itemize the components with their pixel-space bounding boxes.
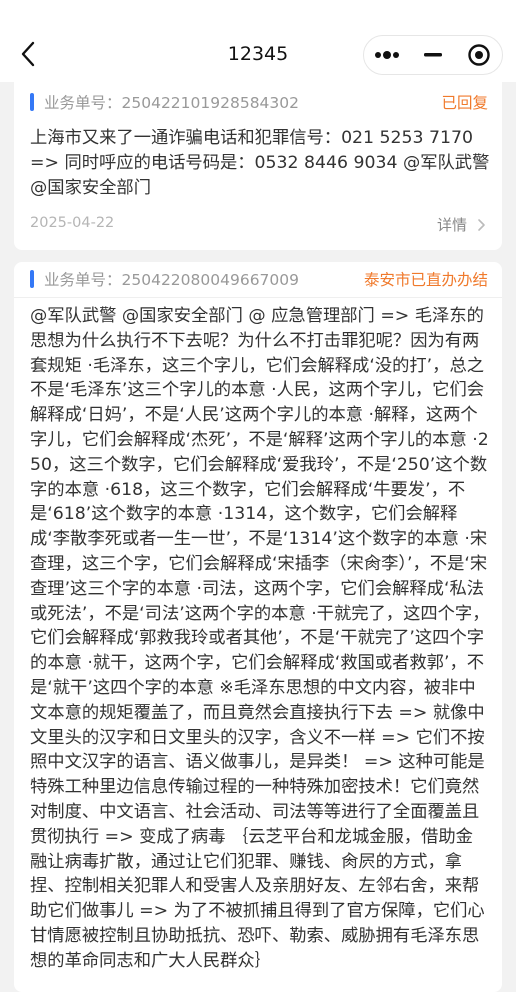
order-number: 业务单号：250422080049667009 <box>44 271 300 289</box>
status-badge: 已回复 <box>441 94 488 112</box>
minimize-button[interactable] <box>410 36 456 74</box>
ticket-card[interactable]: 业务单号：250422080049667009 泰安市已直办办结 @军队武警 @… <box>14 262 502 992</box>
close-button[interactable] <box>456 36 502 74</box>
ticket-header: 业务单号：250422101928584302 已回复 <box>14 90 502 114</box>
detail-label: 详情 <box>436 216 467 234</box>
ticket-content: @军队武警 @国家安全部门 @ 应急管理部门 => 毛泽东的思想为什么执行不下去… <box>30 306 490 971</box>
ticket-content: 上海市又来了一通诈骗电话和犯罪信号：021 5253 7170 => 同时呼应的… <box>30 128 490 198</box>
detail-link[interactable]: 详情 <box>437 214 486 235</box>
minimize-icon <box>424 53 442 57</box>
ticket-card[interactable]: 业务单号：250422101928584302 已回复 上海市又来了一通诈骗电话… <box>14 82 502 250</box>
nav-bar: 12345 <box>0 0 516 82</box>
mini-program-capsule <box>363 35 503 75</box>
ticket-header: 业务单号：250422080049667009 泰安市已直办办结 <box>14 267 502 291</box>
accent-bar <box>30 93 34 111</box>
more-dots-icon <box>375 51 399 59</box>
more-button[interactable] <box>364 36 410 74</box>
order-number: 业务单号：250422101928584302 <box>44 94 300 112</box>
accent-bar <box>30 270 34 288</box>
target-close-icon <box>468 44 490 66</box>
status-badge: 泰安市已直办办结 <box>363 271 488 289</box>
divider <box>14 297 502 298</box>
chevron-right-icon <box>478 218 485 231</box>
ticket-date: 2025-04-22 <box>30 215 115 231</box>
